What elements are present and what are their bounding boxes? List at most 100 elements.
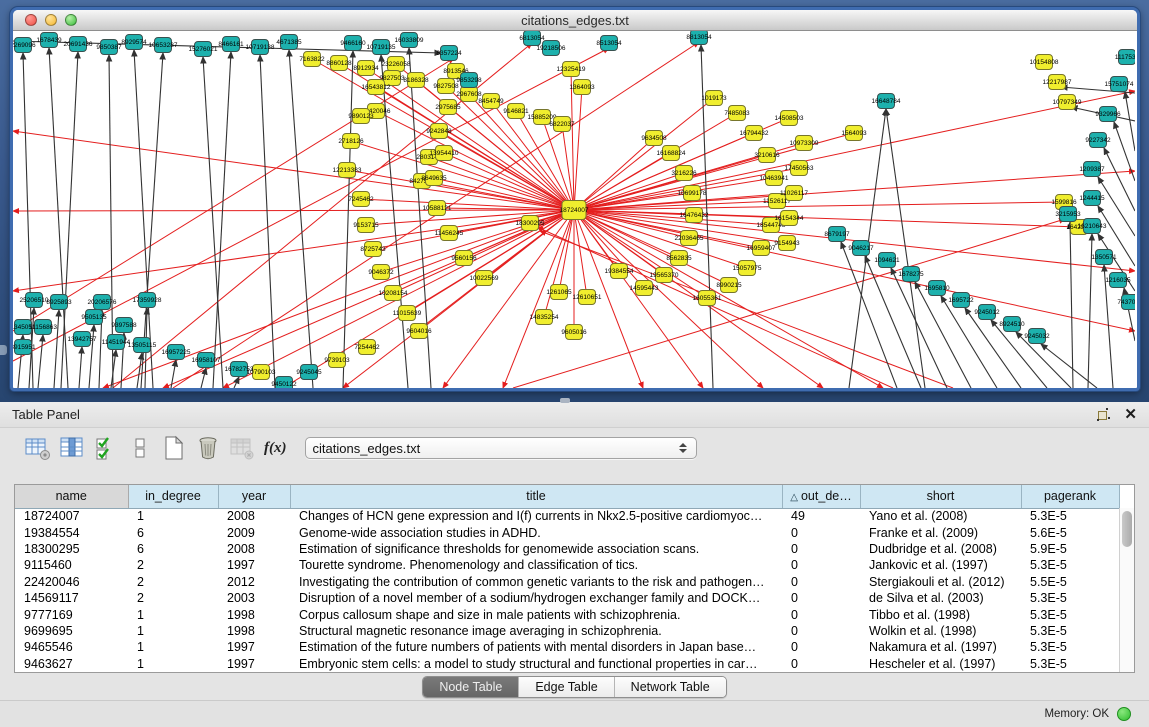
table-row[interactable]: 1872400712008Changes of HCN gene express… — [15, 508, 1119, 524]
graph-node[interactable]: 8454749 — [478, 94, 504, 109]
table-cell[interactable]: Wolkin et al. (1998) — [860, 623, 1021, 639]
table-cell[interactable]: 5.3E-5 — [1021, 656, 1119, 672]
table-cell[interactable]: Estimation of significance thresholds fo… — [290, 541, 782, 557]
table-cell[interactable]: Genome-wide association studies in ADHD. — [290, 524, 782, 540]
graph-node[interactable]: 9450122 — [271, 377, 297, 389]
graph-node[interactable]: 8186328 — [403, 73, 429, 88]
table-cell[interactable]: 5.3E-5 — [1021, 590, 1119, 606]
graph-node[interactable]: 9329966 — [1095, 107, 1121, 122]
graph-edge[interactable] — [163, 210, 574, 388]
table-cell[interactable]: 1 — [128, 623, 218, 639]
graph-node[interactable]: 10653287 — [149, 38, 178, 53]
graph-node[interactable]: 2269096 — [13, 38, 36, 53]
float-panel-icon[interactable] — [1097, 408, 1110, 421]
table-cell[interactable]: Jankovic et al. (1997) — [860, 557, 1021, 573]
graph-edge[interactable] — [54, 310, 59, 388]
graph-node[interactable]: 3210616 — [754, 148, 780, 163]
table-cell[interactable]: 0 — [782, 574, 860, 590]
graph-node[interactable]: 3915951 — [13, 340, 36, 355]
table-cell[interactable]: 9465546 — [15, 639, 128, 655]
graph-node[interactable]: 13505115 — [128, 338, 157, 353]
table-cell[interactable]: 5.3E-5 — [1021, 623, 1119, 639]
graph-node[interactable]: 8725743 — [360, 242, 386, 257]
table-cell[interactable]: 1 — [128, 606, 218, 622]
graph-node[interactable]: 8912934 — [353, 61, 379, 76]
table-cell[interactable]: 9463627 — [15, 656, 128, 672]
graph-edge[interactable] — [13, 131, 574, 210]
graph-node[interactable]: 8924510 — [999, 317, 1025, 332]
table-row[interactable]: 911546021997Tourette syndrome. Phenomeno… — [15, 557, 1119, 573]
table-cell[interactable]: 2 — [128, 557, 218, 573]
graph-node[interactable]: 17450563 — [785, 161, 814, 176]
graph-node[interactable]: 11451944 — [102, 335, 131, 350]
graph-node[interactable]: 2718126 — [338, 134, 364, 149]
graph-edge[interactable] — [376, 111, 574, 210]
graph-node[interactable]: 8466161 — [218, 37, 244, 52]
table-cell[interactable]: Changes of HCN gene expression and I(f) … — [290, 508, 782, 524]
table-cell[interactable]: Dudbridge et al. (2008) — [860, 541, 1021, 557]
graph-node[interactable]: 1678275 — [898, 267, 924, 282]
graph-edge[interactable] — [13, 210, 574, 211]
table-row[interactable]: 1830029562008Estimation of significance … — [15, 541, 1119, 557]
table-row[interactable]: 977716911998Corpus callosum shape and si… — [15, 606, 1119, 622]
graph-node[interactable]: 17359928 — [133, 293, 162, 308]
graph-node[interactable]: 7254462 — [354, 340, 380, 355]
graph-node[interactable]: 2975685 — [435, 100, 461, 115]
table-cell[interactable]: Structural magnetic resonance image aver… — [290, 623, 782, 639]
graph-node[interactable]: 9397588 — [111, 318, 137, 333]
graph-node[interactable]: 7245462 — [348, 192, 374, 207]
column-header-pagerank[interactable]: pagerank — [1021, 485, 1119, 508]
column-header-year[interactable]: year — [218, 485, 290, 508]
table-cell[interactable]: Embryonic stem cells: a model to study s… — [290, 656, 782, 672]
graph-edge[interactable] — [289, 50, 313, 388]
table-cell[interactable]: 5.3E-5 — [1021, 508, 1119, 524]
graph-edge[interactable] — [381, 210, 574, 272]
graph-node[interactable]: 12213383 — [333, 163, 362, 178]
graph-node[interactable]: 8513054 — [596, 36, 622, 51]
table-cell[interactable]: 22420046 — [15, 574, 128, 590]
graph-node[interactable]: 15751074 — [1105, 77, 1134, 92]
graph-edge[interactable] — [1125, 92, 1135, 151]
vertical-scrollbar[interactable] — [1119, 508, 1134, 673]
graph-edge[interactable] — [23, 53, 33, 388]
table-cell[interactable]: 5.5E-5 — [1021, 574, 1119, 590]
tab-edge-table[interactable]: Edge Table — [519, 677, 614, 697]
graph-node[interactable]: 1695722 — [948, 293, 974, 308]
graph-node[interactable]: 9245032 — [1024, 329, 1050, 344]
scrollbar-thumb[interactable] — [1122, 511, 1132, 547]
graph-node[interactable]: 11456245 — [435, 226, 464, 241]
graph-node[interactable]: 10154808 — [1030, 55, 1059, 70]
graph-node[interactable]: 23226058 — [382, 57, 411, 72]
graph-edge[interactable] — [203, 57, 223, 388]
table-cell[interactable]: 0 — [782, 639, 860, 655]
unselect-all-icon[interactable] — [126, 435, 153, 462]
graph-edge[interactable] — [574, 202, 1064, 210]
graph-edge[interactable] — [574, 173, 684, 210]
tab-network-table[interactable]: Network Table — [615, 677, 726, 697]
graph-node[interactable]: 8990215 — [716, 278, 742, 293]
table-cell[interactable]: 5.9E-5 — [1021, 541, 1119, 557]
graph-node[interactable]: 7437073 — [1117, 295, 1135, 310]
table-cell[interactable]: 2 — [128, 574, 218, 590]
table-mode-icon[interactable] — [24, 435, 51, 462]
graph-node[interactable]: 16794432 — [740, 126, 769, 141]
network-window-titlebar[interactable]: citations_edges.txt — [13, 10, 1137, 31]
table-cell[interactable]: 0 — [782, 590, 860, 606]
table-cell[interactable]: Nakamura et al. (1997) — [860, 639, 1021, 655]
graph-edge[interactable] — [351, 141, 574, 210]
graph-node[interactable]: 9560156 — [451, 251, 477, 266]
graph-node[interactable]: 1019173 — [701, 91, 727, 106]
splitter-collapse-handle[interactable] — [0, 345, 7, 355]
graph-edge[interactable] — [1104, 148, 1135, 211]
function-builder-icon[interactable]: f(x) — [264, 440, 287, 457]
table-cell[interactable]: 2 — [128, 590, 218, 606]
graph-node[interactable]: 10719138 — [246, 40, 275, 55]
graph-edge[interactable] — [38, 335, 43, 388]
table-cell[interactable]: 1 — [128, 656, 218, 672]
table-selector-dropdown[interactable]: citations_edges.txt — [305, 437, 697, 459]
table-cell[interactable]: 49 — [782, 508, 860, 524]
graph-node[interactable]: 6813054 — [519, 31, 545, 46]
graph-node[interactable]: 3216226 — [671, 166, 697, 181]
graph-node[interactable]: 18724007 — [560, 201, 589, 220]
graph-node[interactable]: 1350571 — [1091, 250, 1117, 265]
